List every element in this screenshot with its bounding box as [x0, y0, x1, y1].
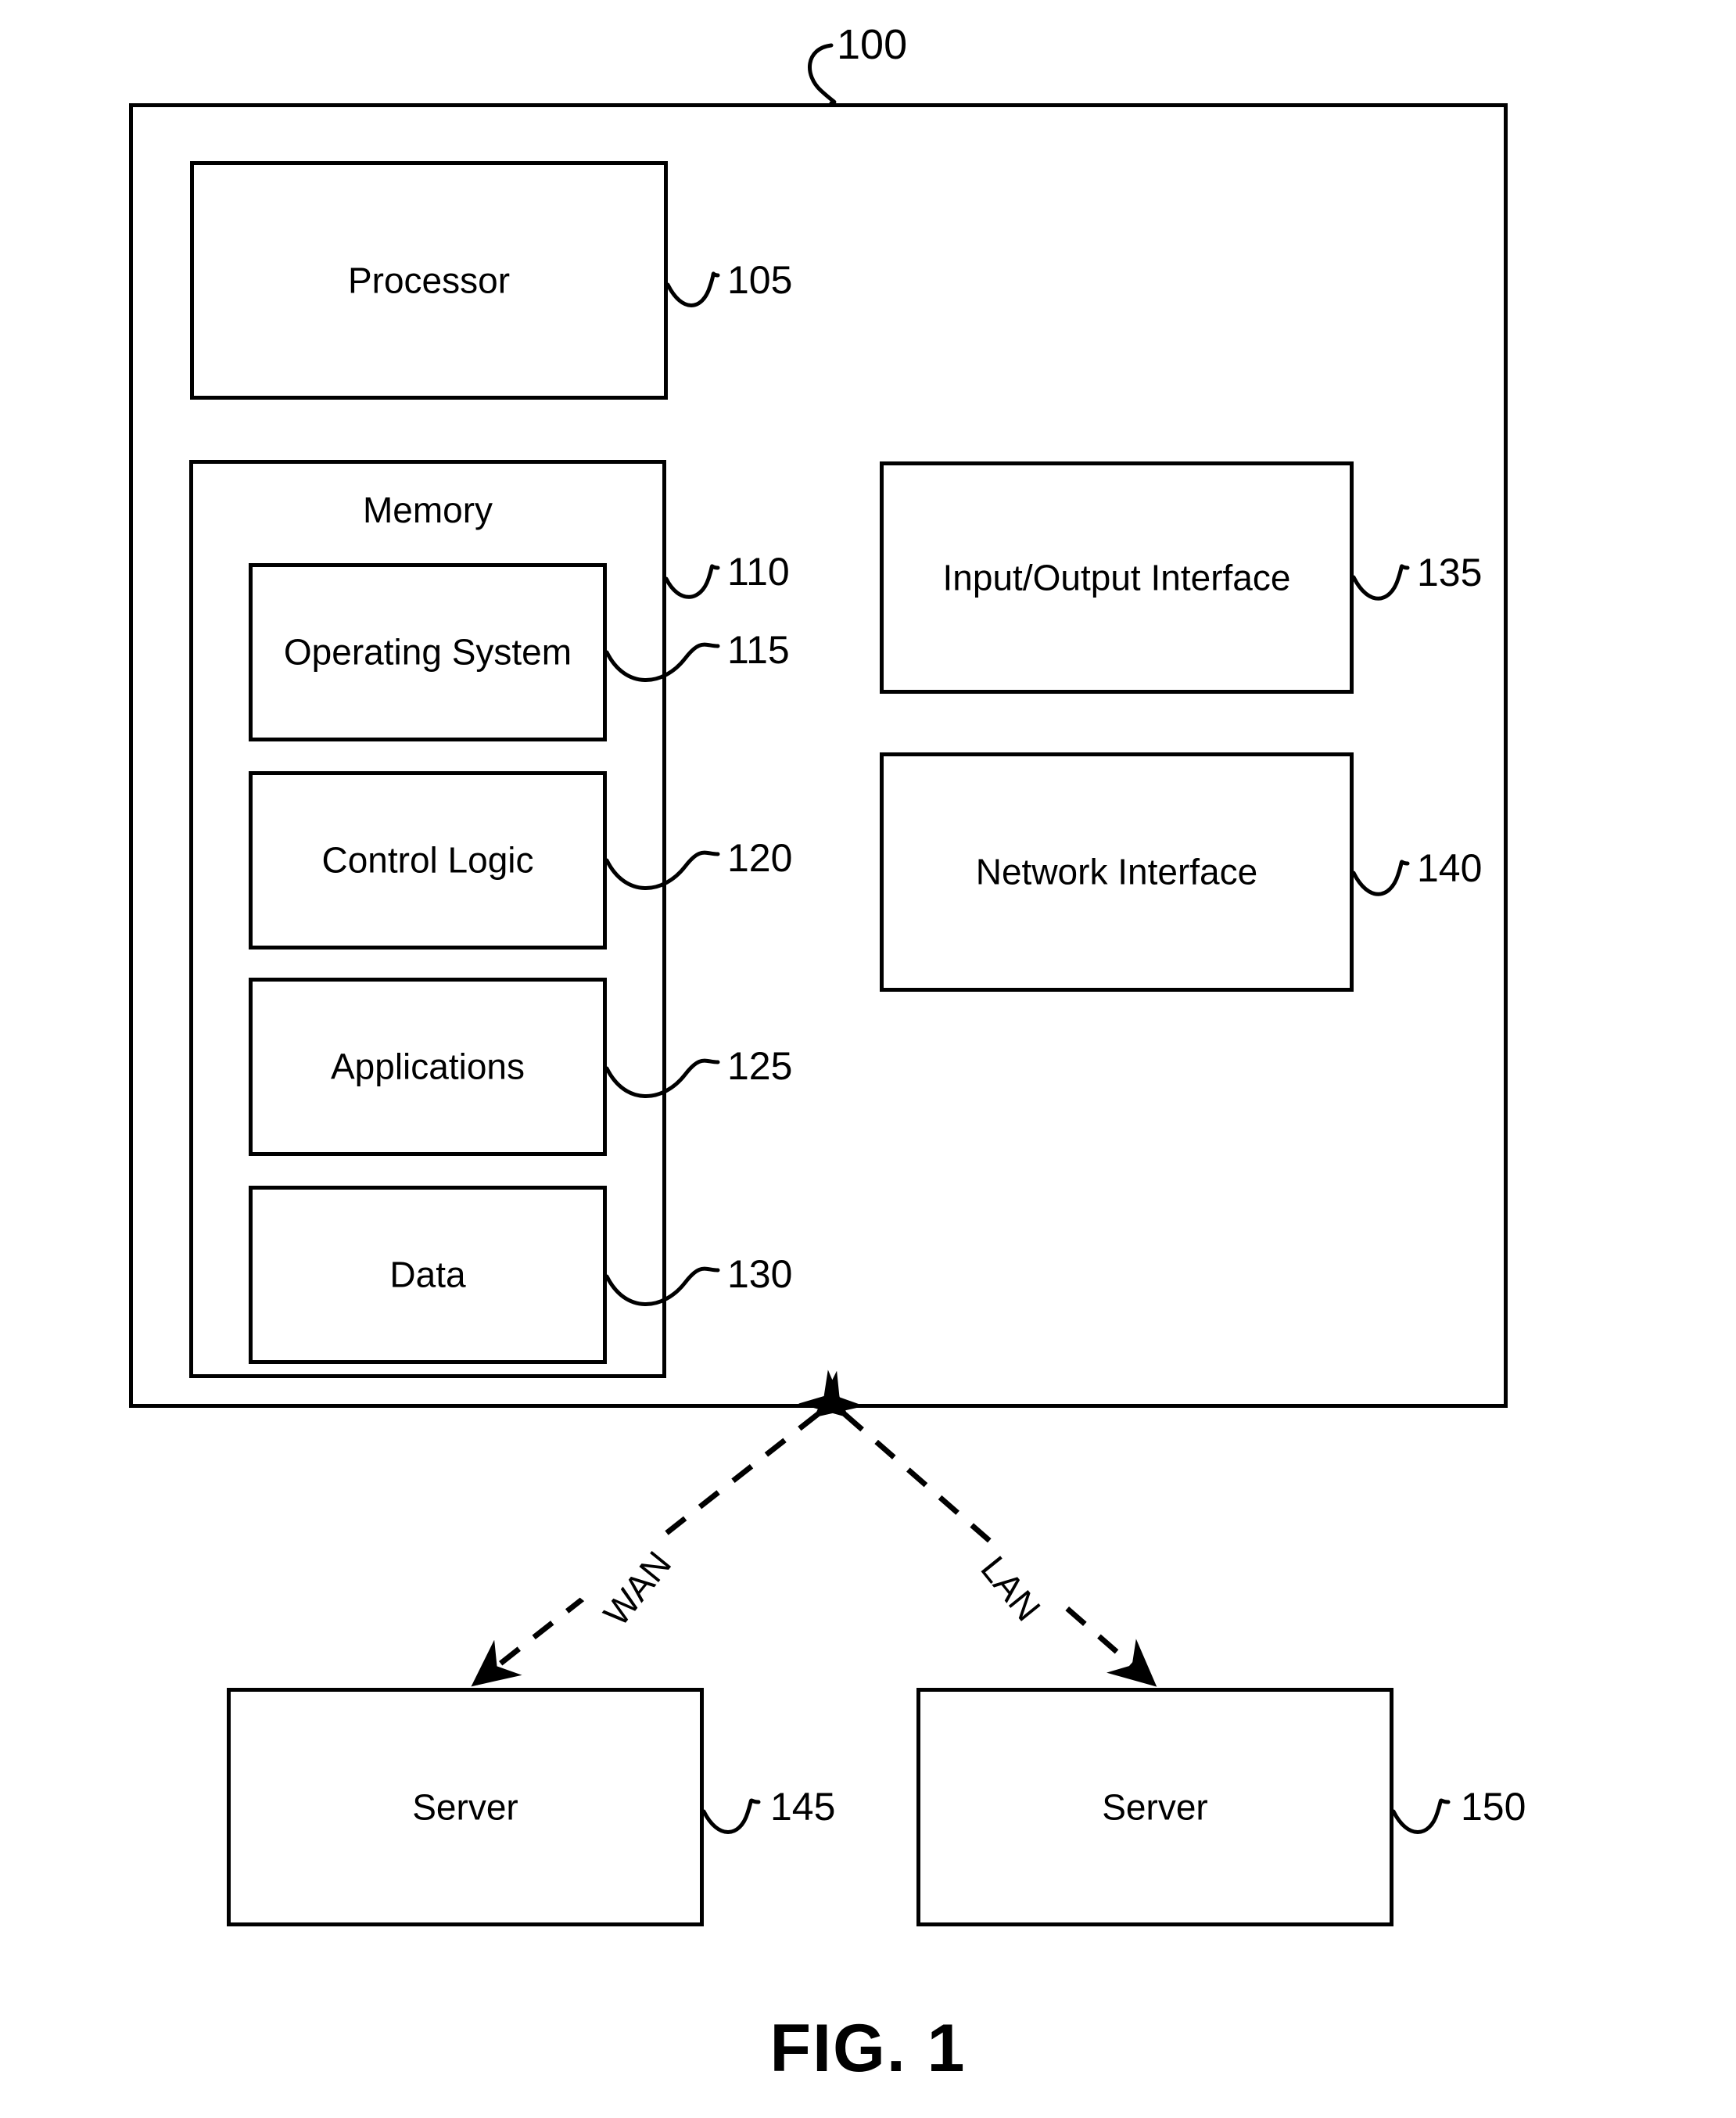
ref-numeral-145: 145: [770, 1785, 836, 1829]
applications-box: Applications: [249, 978, 607, 1156]
figure-caption: FIG. 1: [769, 2011, 967, 2086]
server-left-box: Server: [227, 1688, 704, 1926]
processor-label: Processor: [347, 260, 511, 301]
server-left-label: Server: [412, 1786, 518, 1828]
memory-label: Memory: [362, 490, 493, 530]
ref-numeral-150: 150: [1461, 1785, 1526, 1829]
patent-figure: Processor 105 Memory 110 Operating Syste…: [0, 0, 1736, 2118]
ref-numeral-100: 100: [837, 21, 908, 68]
ref-numeral-110: 110: [727, 550, 790, 594]
server-right-box: Server: [916, 1688, 1393, 1926]
server-right-label: Server: [1102, 1786, 1208, 1828]
ref-numeral-135: 135: [1417, 551, 1483, 594]
ref-numeral-120: 120: [727, 836, 793, 880]
io-interface-box: Input/Output Interface: [880, 461, 1354, 694]
ref-numeral-130: 130: [727, 1252, 793, 1296]
network-interface-label: Network Interface: [975, 851, 1258, 892]
data-box: Data: [249, 1186, 607, 1364]
network-interface-box: Network Interface: [880, 752, 1354, 992]
leader-line-150: [1391, 1798, 1451, 1834]
ref-numeral-115: 115: [727, 628, 790, 672]
control-logic-box: Control Logic: [249, 771, 607, 950]
leader-line-100: [808, 43, 837, 106]
ref-numeral-125: 125: [727, 1044, 793, 1088]
operating-system-label: Operating System: [283, 631, 572, 673]
ref-numeral-140: 140: [1417, 846, 1483, 890]
io-interface-label: Input/Output Interface: [942, 557, 1291, 598]
ref-numeral-105: 105: [727, 258, 793, 302]
processor-box: Processor: [190, 161, 668, 400]
data-label: Data: [389, 1254, 466, 1295]
operating-system-box: Operating System: [249, 563, 607, 741]
leader-line-145: [701, 1798, 761, 1834]
control-logic-label: Control Logic: [321, 839, 534, 881]
applications-label: Applications: [330, 1046, 525, 1087]
